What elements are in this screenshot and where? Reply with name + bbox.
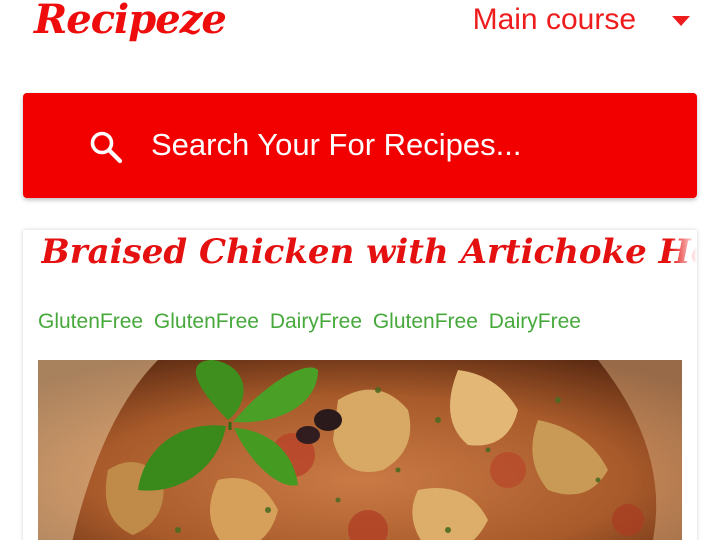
recipe-photo-illustration <box>38 360 682 540</box>
recipe-tags: GlutenFree GlutenFree DairyFree GlutenFr… <box>38 310 586 334</box>
chevron-down-icon <box>672 16 690 26</box>
tag: GlutenFree <box>372 310 478 333</box>
search-icon <box>90 131 123 164</box>
app-logo: Recipeze <box>34 0 227 43</box>
tag: DairyFree <box>269 310 362 333</box>
search-bar[interactable] <box>23 93 697 198</box>
app-screen: Recipeze Main course Braised Chicken wit… <box>0 0 720 540</box>
tag: GlutenFree <box>153 310 259 333</box>
category-dropdown[interactable]: Main course <box>473 0 690 40</box>
tag: GlutenFree <box>38 310 144 333</box>
recipe-title: Braised Chicken with Artichoke Hearts <box>41 230 697 274</box>
tag: DairyFree <box>488 310 581 333</box>
search-input[interactable] <box>151 123 671 167</box>
recipe-card[interactable]: Braised Chicken with Artichoke Hearts Gl… <box>23 230 697 540</box>
category-label: Main course <box>472 3 636 36</box>
recipe-image[interactable] <box>38 360 682 540</box>
